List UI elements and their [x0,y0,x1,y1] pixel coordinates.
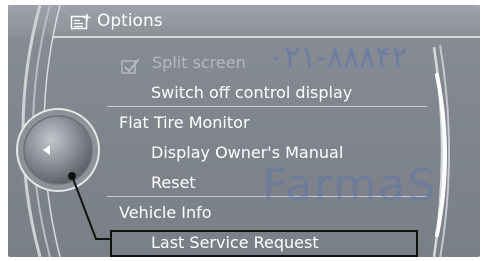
menu-item-vehicle-info[interactable]: Vehicle Info [119,200,212,226]
checkbox-icon [121,58,140,74]
menu-item-reset[interactable]: Reset [151,170,196,196]
idrive-screen: Options Split screen Switch off control … [0,0,488,261]
selection-highlight [110,230,418,257]
left-arrow-icon[interactable] [40,143,54,157]
menu-item-switch-off-control-display[interactable]: Switch off control display [151,80,352,106]
page-title: Options [97,11,163,31]
watermark-brand: FarmaS [262,160,438,211]
options-icon [70,14,91,30]
menu-divider [107,106,427,107]
menu-item-split-screen: Split screen [152,53,246,72]
scrollbar[interactable] [428,45,464,257]
menu-item-flat-tire-monitor[interactable]: Flat Tire Monitor [119,110,250,136]
header-divider [52,36,480,38]
watermark-phone: ۰۲۱-۸۸۸۴۲ [268,40,408,75]
